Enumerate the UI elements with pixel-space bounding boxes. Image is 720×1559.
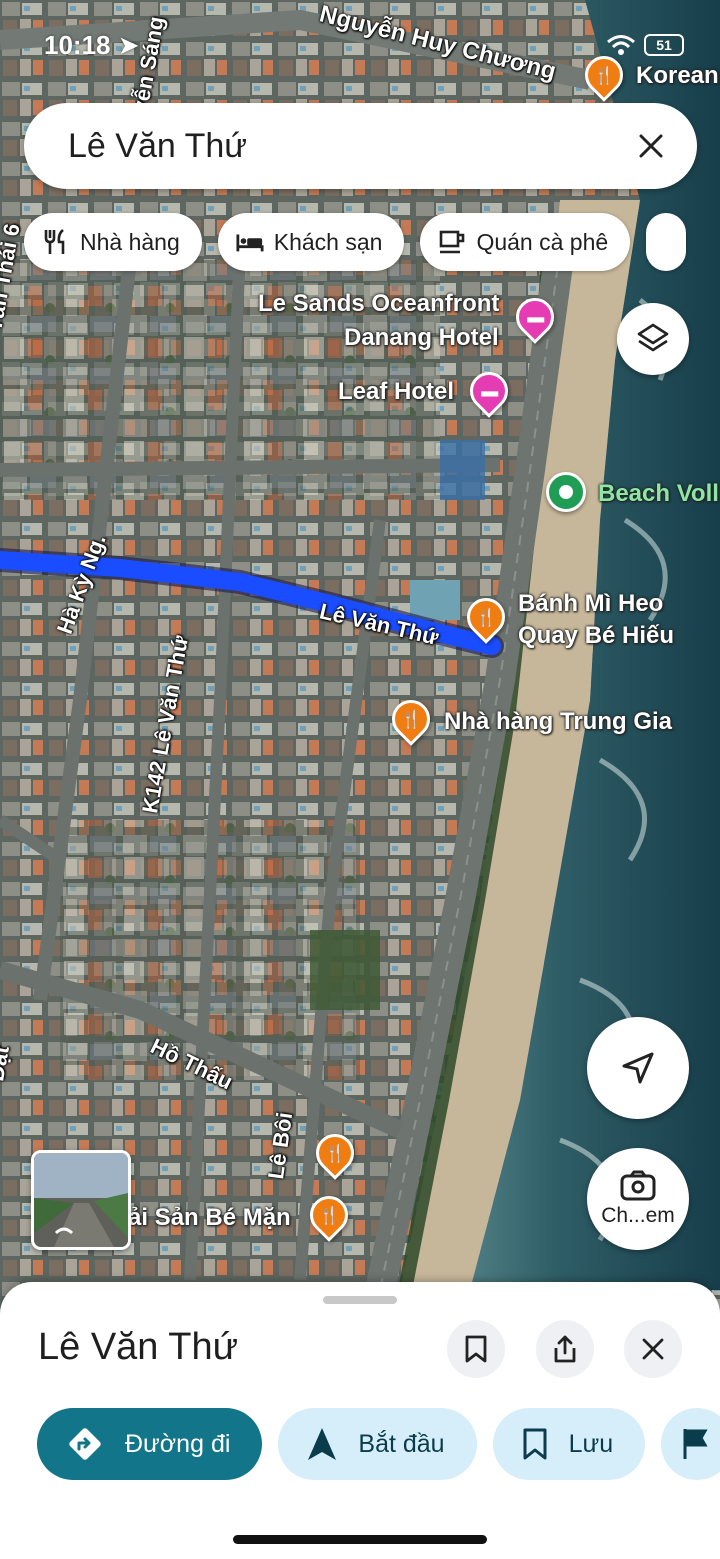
flag-icon bbox=[683, 1429, 708, 1459]
fork-knife-icon: 🍴 bbox=[593, 65, 615, 85]
close-sheet-button[interactable] bbox=[624, 1320, 682, 1378]
camera-button-label: Ch...em bbox=[601, 1204, 675, 1227]
layers-icon bbox=[637, 323, 669, 352]
battery-indicator: 51 bbox=[644, 34, 684, 56]
more-action-button[interactable] bbox=[661, 1408, 720, 1480]
poi-label-banh-mi-2[interactable]: Quay Bé Hiếu bbox=[518, 620, 674, 652]
street-view-image bbox=[34, 1153, 128, 1247]
directions-label: Đường đi bbox=[125, 1429, 231, 1458]
close-icon bbox=[642, 1338, 664, 1360]
chip-label: Nhà hàng bbox=[80, 228, 180, 255]
location-arrow-icon: ➤ bbox=[117, 30, 140, 60]
dot-icon bbox=[559, 485, 573, 499]
chip-label: Khách sạn bbox=[273, 228, 383, 255]
hotel-icon bbox=[236, 228, 264, 256]
poi-label-beach-volley[interactable]: Beach Voll bbox=[598, 478, 719, 510]
save-button[interactable]: Lưu bbox=[492, 1408, 646, 1480]
poi-label-leaf-hotel[interactable]: Leaf Hotel bbox=[338, 376, 454, 408]
bed-icon: ▬ bbox=[480, 381, 498, 401]
chip-cafes[interactable]: Quán cà phê bbox=[420, 213, 631, 271]
close-icon bbox=[639, 134, 663, 158]
home-indicator[interactable] bbox=[233, 1535, 487, 1544]
action-buttons: Đường đi Bắt đầu Lưu bbox=[37, 1408, 720, 1480]
search-input[interactable]: Lê Văn Thứ bbox=[68, 127, 631, 166]
wifi-icon bbox=[607, 35, 635, 55]
search-bar[interactable]: Lê Văn Thứ bbox=[24, 103, 697, 189]
fork-knife-icon: 🍴 bbox=[475, 607, 497, 627]
save-label: Lưu bbox=[568, 1429, 614, 1458]
camera-search-button[interactable]: Ch...em bbox=[587, 1148, 689, 1250]
bookmark-icon bbox=[465, 1335, 487, 1363]
fork-knife-icon: 🍴 bbox=[400, 709, 422, 729]
camera-icon bbox=[620, 1170, 656, 1201]
street-view-thumbnail[interactable] bbox=[31, 1150, 131, 1250]
poi-label-banh-mi-1[interactable]: Bánh Mì Heo bbox=[518, 588, 663, 620]
bookmark-icon bbox=[523, 1428, 547, 1460]
start-button[interactable]: Bắt đầu bbox=[278, 1408, 477, 1480]
restaurant-icon bbox=[42, 228, 70, 256]
poi-label-le-sands-2[interactable]: Danang Hotel bbox=[344, 322, 499, 354]
chip-restaurants[interactable]: Nhà hàng bbox=[24, 213, 202, 271]
map-layers-button[interactable] bbox=[617, 303, 689, 375]
share-icon bbox=[554, 1335, 576, 1363]
chip-hotels[interactable]: Khách sạn bbox=[217, 213, 405, 271]
start-label: Bắt đầu bbox=[358, 1429, 445, 1458]
poi-label-le-sands-1[interactable]: Le Sands Oceanfront bbox=[258, 288, 499, 320]
chip-label: Quán cà phê bbox=[476, 228, 609, 255]
directions-button[interactable]: Đường đi bbox=[37, 1408, 263, 1480]
chip-more[interactable] bbox=[646, 213, 687, 271]
drag-handle[interactable] bbox=[323, 1296, 397, 1304]
place-bottom-sheet[interactable]: Lê Văn Thứ Đường đi Bắt đầu Lưu bbox=[0, 1282, 720, 1559]
my-location-button[interactable] bbox=[587, 1017, 689, 1119]
attraction-pin-beach-volley[interactable] bbox=[546, 472, 586, 512]
poi-label-trung-gia[interactable]: Nhà hàng Trung Gia bbox=[444, 706, 672, 738]
category-chips: Nhà hàng Khách sạn Quán cà phê bbox=[24, 213, 687, 271]
fork-knife-icon: 🍴 bbox=[318, 1205, 340, 1225]
fork-knife-icon: 🍴 bbox=[324, 1143, 346, 1163]
directions-icon bbox=[69, 1428, 101, 1460]
coffee-icon bbox=[438, 228, 466, 256]
status-bar-right: 51 bbox=[606, 34, 684, 56]
place-title: Lê Văn Thứ bbox=[38, 1326, 239, 1368]
navigation-arrow-icon bbox=[622, 1052, 654, 1084]
clear-search-button[interactable] bbox=[631, 126, 671, 166]
status-bar-time: 10:18 ➤ bbox=[44, 30, 140, 60]
save-place-button[interactable] bbox=[447, 1320, 505, 1378]
poi-label-korean[interactable]: Korean bbox=[636, 60, 719, 92]
share-button[interactable] bbox=[536, 1320, 594, 1378]
bed-icon: ▬ bbox=[526, 307, 544, 327]
poi-label-hai-san[interactable]: ải Sản Bé Mặn bbox=[128, 1202, 291, 1234]
navigation-arrow-icon bbox=[308, 1428, 337, 1460]
